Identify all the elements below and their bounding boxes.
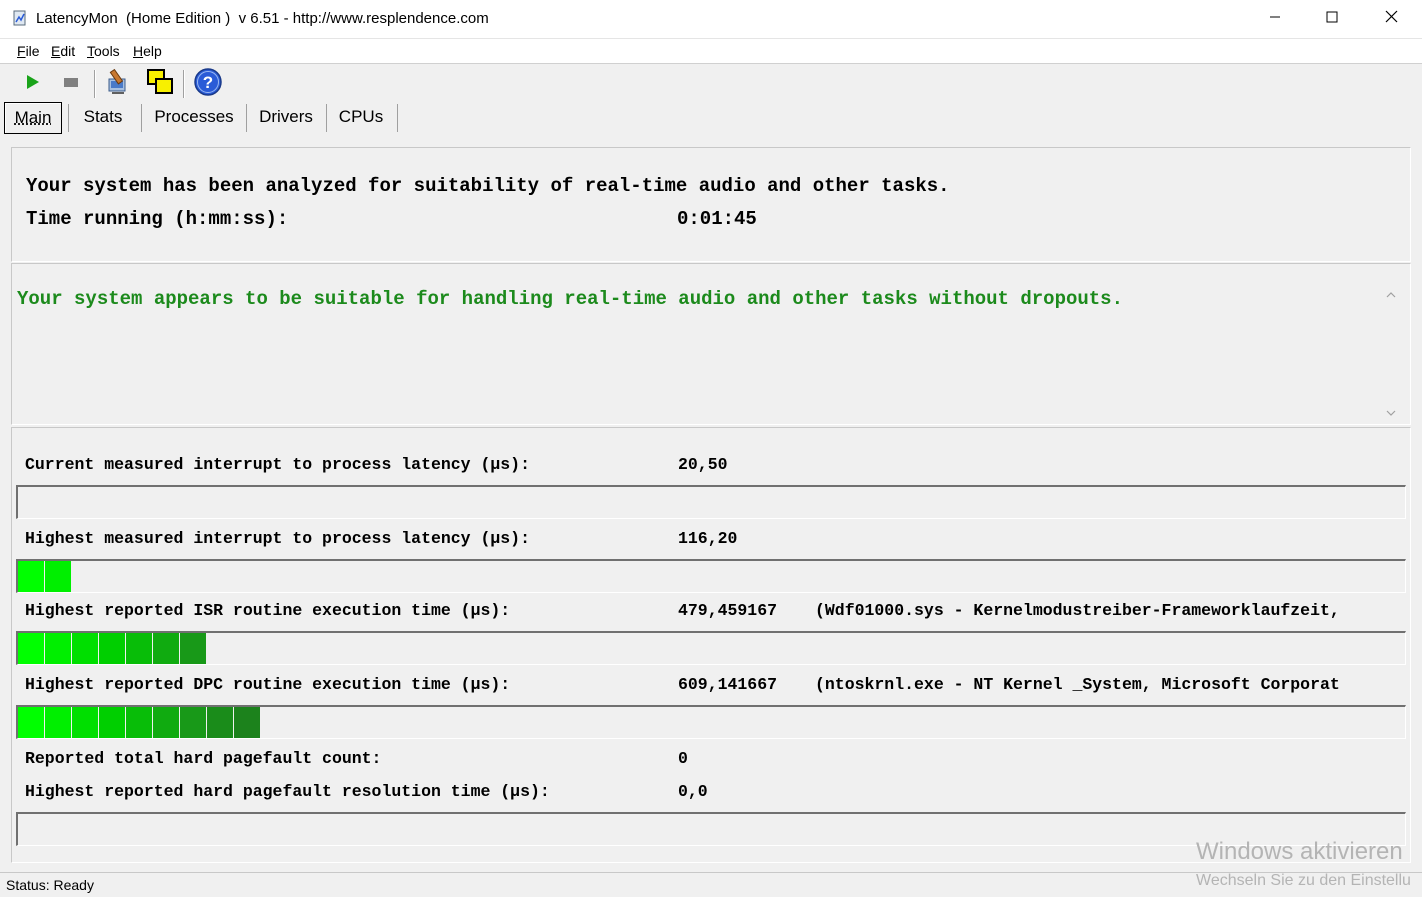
progress-segment xyxy=(45,561,71,592)
current-latency-label: Current measured interrupt to process la… xyxy=(25,455,530,474)
progress-segment xyxy=(126,633,152,664)
isr-driver-detail: (Wdf01000.sys - Kernelmodustreiber-Frame… xyxy=(815,601,1340,620)
tab-separator xyxy=(397,104,398,132)
progress-segment xyxy=(180,633,206,664)
toolbar-separator xyxy=(94,70,96,98)
verdict-text: Your system appears to be suitable for h… xyxy=(17,288,1123,310)
analyze-button[interactable] xyxy=(103,68,135,100)
summary-line: Your system has been analyzed for suitab… xyxy=(26,175,950,197)
menu-file[interactable]: File xyxy=(17,43,40,59)
progress-segment xyxy=(45,707,71,738)
isr-bar xyxy=(16,631,1406,665)
progress-segment xyxy=(126,707,152,738)
progress-segment xyxy=(99,707,125,738)
pagefault-time-value: 0,0 xyxy=(678,782,708,801)
menu-bar: File Edit Tools Help xyxy=(0,39,1422,64)
dpc-driver-detail: (ntoskrnl.exe - NT Kernel _System, Micro… xyxy=(815,675,1340,694)
toolbar: ? xyxy=(0,64,1422,102)
menu-tools[interactable]: Tools xyxy=(87,43,120,59)
progress-segment xyxy=(153,633,179,664)
isr-label: Highest reported ISR routine execution t… xyxy=(25,601,511,620)
svg-text:?: ? xyxy=(203,73,213,92)
menu-help[interactable]: Help xyxy=(133,43,162,59)
current-latency-value: 20,50 xyxy=(678,455,728,474)
menu-edit[interactable]: Edit xyxy=(51,43,75,59)
minimize-button[interactable] xyxy=(1246,0,1304,38)
tab-drivers[interactable]: Drivers xyxy=(250,102,322,132)
verdict-panel[interactable]: Your system appears to be suitable for h… xyxy=(11,263,1411,425)
progress-segment xyxy=(45,633,71,664)
help-button[interactable]: ? xyxy=(192,67,224,102)
progress-segment xyxy=(180,707,206,738)
tab-main[interactable]: Main xyxy=(4,102,62,134)
title-bar: LatencyMon (Home Edition ) v 6.51 - http… xyxy=(0,0,1422,39)
play-icon xyxy=(24,74,40,95)
progress-segment xyxy=(72,633,98,664)
highest-latency-label: Highest measured interrupt to process la… xyxy=(25,529,530,548)
tab-bar: Main Stats Processes Drivers CPUs xyxy=(0,102,1422,134)
windows-button[interactable] xyxy=(144,68,176,100)
progress-segment xyxy=(18,561,44,592)
progress-segment xyxy=(18,707,44,738)
analyze-icon xyxy=(104,67,134,102)
dpc-label: Highest reported DPC routine execution t… xyxy=(25,675,511,694)
stop-icon xyxy=(63,74,79,95)
minimize-icon xyxy=(1269,10,1281,28)
windows-icon xyxy=(145,67,175,102)
tab-processes[interactable]: Processes xyxy=(146,102,242,132)
close-button[interactable] xyxy=(1362,0,1420,38)
scroll-up-arrow[interactable] xyxy=(1386,288,1396,302)
stop-button[interactable] xyxy=(55,68,87,100)
time-running-label: Time running (h:mm:ss): xyxy=(26,208,289,230)
pagefault-time-label: Highest reported hard pagefault resoluti… xyxy=(25,782,550,801)
tab-cpus[interactable]: CPUs xyxy=(330,102,392,132)
activation-watermark-subtitle: Wechseln Sie zu den Einstellu xyxy=(1196,872,1411,889)
progress-segment xyxy=(207,707,233,738)
progress-segment xyxy=(234,707,260,738)
highest-latency-bar xyxy=(16,559,1406,593)
current-latency-bar xyxy=(16,485,1406,519)
latencymon-app-icon[interactable] xyxy=(12,10,28,26)
close-icon xyxy=(1385,10,1398,28)
summary-panel: Your system has been analyzed for suitab… xyxy=(11,147,1411,262)
pagefault-count-label: Reported total hard pagefault count: xyxy=(25,749,382,768)
help-icon: ? xyxy=(193,67,223,102)
dpc-value: 609,141667 xyxy=(678,675,778,694)
highest-latency-value: 116,20 xyxy=(678,529,738,548)
metrics-panel: Current measured interrupt to process la… xyxy=(11,427,1411,863)
tab-separator xyxy=(326,104,327,132)
toolbar-separator xyxy=(183,70,185,98)
dpc-bar xyxy=(16,705,1406,739)
tab-stats[interactable]: Stats xyxy=(72,102,134,132)
progress-segment xyxy=(99,633,125,664)
isr-value: 479,459167 xyxy=(678,601,778,620)
status-text: Status: Ready xyxy=(6,877,94,893)
activation-watermark-title: Windows aktivieren xyxy=(1196,838,1403,865)
tab-separator xyxy=(68,104,69,132)
scroll-down-arrow[interactable] xyxy=(1386,406,1396,420)
maximize-icon xyxy=(1326,10,1338,28)
progress-segment xyxy=(153,707,179,738)
tab-separator xyxy=(246,104,247,132)
tab-separator xyxy=(141,104,142,132)
progress-segment xyxy=(72,707,98,738)
window-title: LatencyMon (Home Edition ) v 6.51 - http… xyxy=(36,10,489,27)
maximize-button[interactable] xyxy=(1303,0,1361,38)
pagefault-count-value: 0 xyxy=(678,749,688,768)
time-running-value: 0:01:45 xyxy=(677,208,757,230)
start-button[interactable] xyxy=(16,68,48,100)
progress-segment xyxy=(18,633,44,664)
